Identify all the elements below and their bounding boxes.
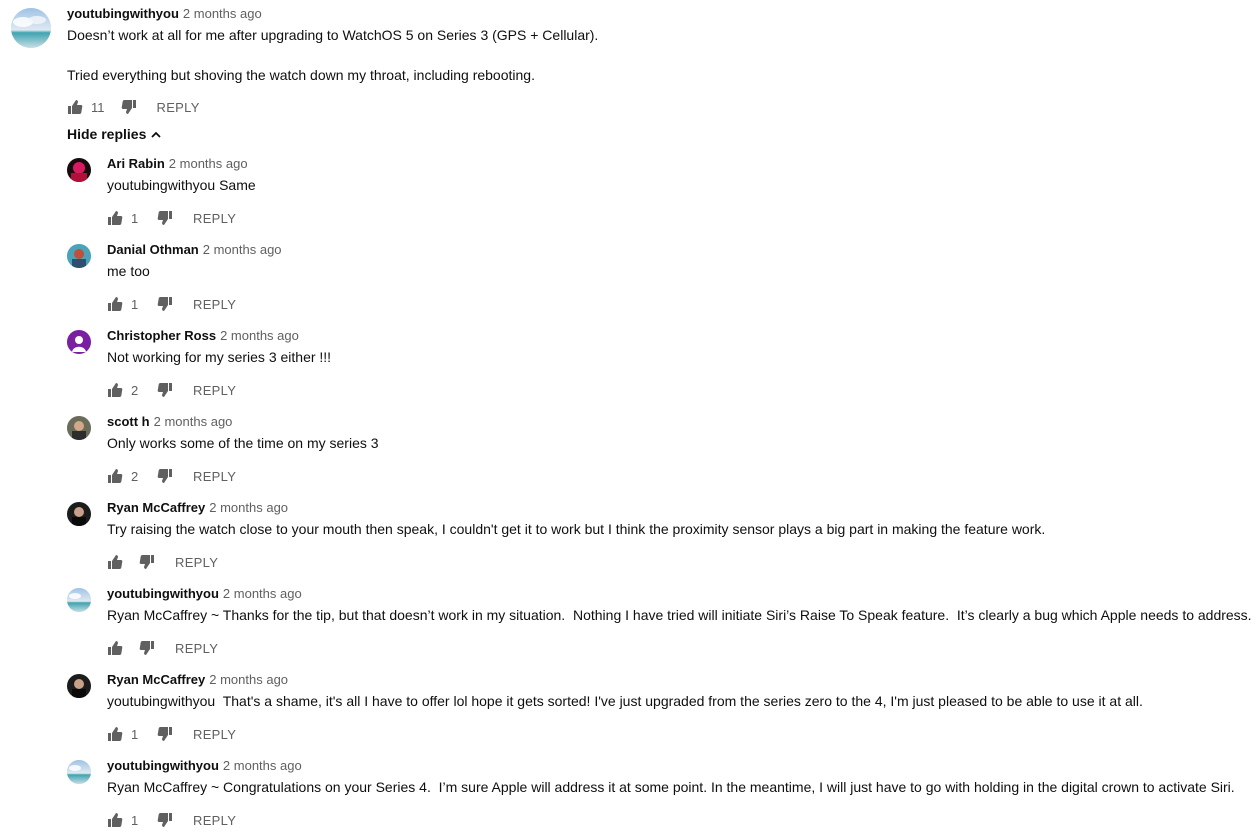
thumbs-up-icon[interactable] bbox=[107, 726, 123, 742]
author-avatar[interactable] bbox=[67, 244, 91, 268]
sky-sea-icon bbox=[67, 760, 91, 784]
comment-author[interactable]: scott h bbox=[107, 414, 150, 429]
thumbs-up-icon[interactable] bbox=[107, 296, 123, 312]
thumbs-down-icon[interactable] bbox=[139, 554, 155, 570]
comment-time[interactable]: 2 months ago bbox=[220, 328, 299, 343]
like-count: 1 bbox=[131, 296, 139, 312]
comment-author[interactable]: Danial Othman bbox=[107, 242, 199, 257]
illustrated-portrait-avatar-icon bbox=[67, 244, 91, 268]
photo-portrait-avatar-icon bbox=[67, 416, 91, 440]
comment-actions: REPLY bbox=[107, 636, 1252, 660]
thumbs-up-icon[interactable] bbox=[107, 554, 123, 570]
comment-actions: 2 REPLY bbox=[107, 464, 1252, 488]
comment-text: youtubingwithyou That's a shame, it's al… bbox=[107, 693, 1143, 709]
reply-button[interactable]: REPLY bbox=[175, 641, 218, 656]
author-avatar[interactable] bbox=[67, 674, 91, 698]
like-count: 1 bbox=[131, 812, 139, 828]
comment-actions: 1 REPLY bbox=[107, 722, 1252, 746]
author-avatar[interactable] bbox=[67, 588, 91, 612]
thumbs-down-icon[interactable] bbox=[157, 296, 173, 312]
comment-author[interactable]: Ryan McCaffrey bbox=[107, 500, 205, 515]
like-count: 1 bbox=[131, 726, 139, 742]
author-avatar[interactable] bbox=[67, 330, 91, 354]
thumbs-down-icon[interactable] bbox=[157, 726, 173, 742]
reply-button[interactable]: REPLY bbox=[193, 727, 236, 742]
comment-actions: 11 REPLY bbox=[67, 95, 1247, 119]
comment-text: Ryan McCaffrey ~ Thanks for the tip, but… bbox=[107, 607, 1252, 623]
comment-author[interactable]: youtubingwithyou bbox=[67, 6, 179, 21]
comment-author[interactable]: youtubingwithyou bbox=[107, 586, 219, 601]
comment-time[interactable]: 2 months ago bbox=[223, 586, 302, 601]
comment-author[interactable]: Ryan McCaffrey bbox=[107, 672, 205, 687]
reply-button[interactable]: REPLY bbox=[157, 100, 200, 115]
comment-time[interactable]: 2 months ago bbox=[183, 6, 262, 21]
like-count: 2 bbox=[131, 468, 139, 484]
thumbs-up-icon[interactable] bbox=[67, 99, 83, 115]
reply-button[interactable]: REPLY bbox=[193, 211, 236, 226]
comment-text: Not working for my series 3 either !!! bbox=[107, 349, 332, 365]
like-count: 11 bbox=[91, 99, 105, 115]
reply-button[interactable]: REPLY bbox=[193, 297, 236, 312]
reply-button[interactable]: REPLY bbox=[193, 813, 236, 828]
comment-actions: 1 REPLY bbox=[107, 206, 1252, 230]
author-avatar[interactable] bbox=[67, 416, 91, 440]
reply-button[interactable]: REPLY bbox=[193, 469, 236, 484]
thumbs-up-icon[interactable] bbox=[107, 468, 123, 484]
comment-time[interactable]: 2 months ago bbox=[209, 500, 288, 515]
comment-author[interactable]: Christopher Ross bbox=[107, 328, 216, 343]
comment-time[interactable]: 2 months ago bbox=[209, 672, 288, 687]
author-avatar[interactable] bbox=[67, 502, 91, 526]
thumbs-up-icon[interactable] bbox=[107, 640, 123, 656]
thumbs-down-icon[interactable] bbox=[157, 812, 173, 828]
reply-button[interactable]: REPLY bbox=[175, 555, 218, 570]
dark-portrait-avatar-icon bbox=[67, 502, 91, 526]
hide-replies-label: Hide replies bbox=[67, 126, 147, 142]
sky-sea-icon bbox=[67, 588, 91, 612]
thumbs-down-icon[interactable] bbox=[157, 468, 173, 484]
thumbs-up-icon[interactable] bbox=[107, 210, 123, 226]
comment-header: youtubingwithyou 2 months ago bbox=[67, 5, 1247, 23]
like-count: 2 bbox=[131, 382, 139, 398]
comment-time[interactable]: 2 months ago bbox=[169, 156, 248, 171]
comment-time[interactable]: 2 months ago bbox=[203, 242, 282, 257]
letter-avatar-icon bbox=[67, 330, 91, 354]
thumbs-up-icon[interactable] bbox=[107, 382, 123, 398]
thumbs-down-icon[interactable] bbox=[139, 640, 155, 656]
comment-text: me too bbox=[107, 263, 150, 279]
author-avatar[interactable] bbox=[67, 158, 91, 182]
hide-replies-button[interactable]: Hide replies bbox=[67, 126, 162, 142]
comment-actions: 1 REPLY bbox=[107, 808, 1252, 832]
comment-text: Only works some of the time on my series… bbox=[107, 435, 379, 451]
comment-author[interactable]: Ari Rabin bbox=[107, 156, 165, 171]
sky-sea-icon bbox=[11, 8, 51, 48]
comment-actions: 2 REPLY bbox=[107, 378, 1252, 402]
chevron-up-icon bbox=[150, 128, 162, 140]
thumbs-down-icon[interactable] bbox=[121, 99, 137, 115]
red-pink-avatar-icon bbox=[67, 158, 91, 182]
comment-text: Ryan McCaffrey ~ Congratulations on your… bbox=[107, 779, 1235, 795]
comment-time[interactable]: 2 months ago bbox=[154, 414, 233, 429]
reply-button[interactable]: REPLY bbox=[193, 383, 236, 398]
like-count: 1 bbox=[131, 210, 139, 226]
comment-time[interactable]: 2 months ago bbox=[223, 758, 302, 773]
comment-actions: REPLY bbox=[107, 550, 1252, 574]
thumbs-down-icon[interactable] bbox=[157, 382, 173, 398]
thumbs-up-icon[interactable] bbox=[107, 812, 123, 828]
author-avatar[interactable] bbox=[67, 760, 91, 784]
thumbs-down-icon[interactable] bbox=[157, 210, 173, 226]
comment-text: youtubingwithyou Same bbox=[107, 177, 256, 193]
author-avatar[interactable] bbox=[11, 8, 51, 48]
comment-thread: youtubingwithyou 2 months ago Doesn’t wor… bbox=[0, 0, 1258, 832]
comment-actions: 1 REPLY bbox=[107, 292, 1252, 316]
dark-portrait-avatar-icon bbox=[67, 674, 91, 698]
comment-text: Doesn’t work at all for me after upgradi… bbox=[67, 27, 599, 83]
comment-author[interactable]: youtubingwithyou bbox=[107, 758, 219, 773]
comment-text: Try raising the watch close to your mout… bbox=[107, 521, 1046, 537]
